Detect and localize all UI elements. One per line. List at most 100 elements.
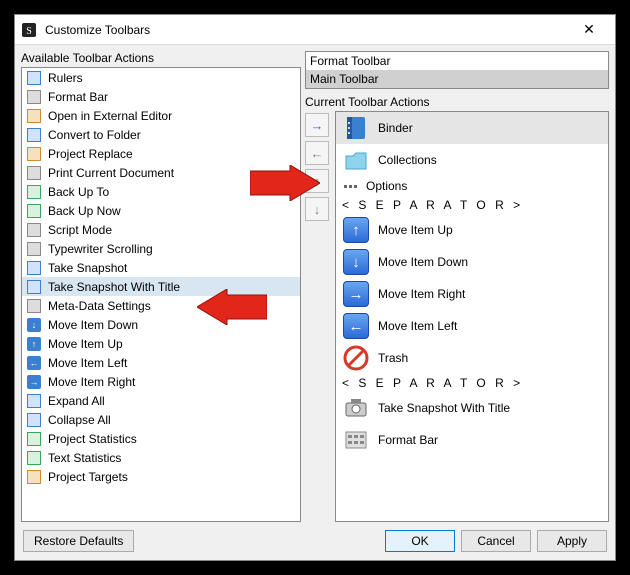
move-down-button[interactable]: ↓ <box>305 197 329 221</box>
dialog-window: S Customize Toolbars ✕ Available Toolbar… <box>14 14 616 561</box>
add-button[interactable]: → <box>305 113 329 137</box>
available-item-label: Project Targets <box>48 470 128 484</box>
available-item[interactable]: Project Statistics <box>22 429 300 448</box>
metadata-icon <box>26 298 42 314</box>
separator-item[interactable]: < S E P A R A T O R > <box>336 374 608 392</box>
available-item[interactable]: Back Up To <box>22 182 300 201</box>
available-item-label: Move Item Right <box>48 375 135 389</box>
convert-folder-icon <box>26 127 42 143</box>
current-item-label: Trash <box>378 351 408 365</box>
current-item[interactable]: ↑Move Item Up <box>336 214 608 246</box>
text-stats-icon <box>26 450 42 466</box>
available-item-label: Project Statistics <box>48 432 137 446</box>
current-item[interactable]: Binder <box>336 112 608 144</box>
snapshot-title-icon <box>26 279 42 295</box>
available-item[interactable]: Script Mode <box>22 220 300 239</box>
toolbar-select[interactable]: Format ToolbarMain Toolbar <box>305 51 609 89</box>
current-item-label: Options <box>366 179 407 193</box>
arrow-left-icon: ← <box>342 312 370 340</box>
svg-text:S: S <box>26 26 32 37</box>
available-item[interactable]: Format Bar <box>22 87 300 106</box>
available-item-label: Rulers <box>48 71 83 85</box>
available-item[interactable]: Collapse All <box>22 410 300 429</box>
available-item[interactable]: ←Move Item Left <box>22 353 300 372</box>
current-item-label: Move Item Right <box>378 287 465 301</box>
available-item-label: Convert to Folder <box>48 128 141 142</box>
available-item-label: Back Up Now <box>48 204 121 218</box>
snapshot-icon <box>26 260 42 276</box>
current-item[interactable]: Collections <box>336 144 608 176</box>
available-list[interactable]: Rulers Format Bar Open in External Editor C… <box>21 67 301 522</box>
ok-button[interactable]: OK <box>385 530 455 552</box>
arrow-right-icon: → <box>342 280 370 308</box>
toolbar-option[interactable]: Main Toolbar <box>306 70 608 88</box>
available-item[interactable]: Meta-Data Settings <box>22 296 300 315</box>
toolbar-option[interactable]: Format Toolbar <box>306 52 608 70</box>
project-replace-icon <box>26 146 42 162</box>
right-panel: Format ToolbarMain Toolbar Current Toolb… <box>305 51 609 522</box>
apply-button[interactable]: Apply <box>537 530 607 552</box>
binder-icon <box>342 114 370 142</box>
close-button[interactable]: ✕ <box>569 16 609 44</box>
available-item[interactable]: Convert to Folder <box>22 125 300 144</box>
rulers-icon <box>26 70 42 86</box>
script-mode-icon <box>26 222 42 238</box>
available-item-label: Open in External Editor <box>48 109 172 123</box>
dialog-footer: Restore Defaults OK Cancel Apply <box>15 522 615 560</box>
current-item[interactable]: ←Move Item Left <box>336 310 608 342</box>
title-bar: S Customize Toolbars ✕ <box>15 15 615 45</box>
move-left-icon: ← <box>26 355 42 371</box>
available-item[interactable]: Typewriter Scrolling <box>22 239 300 258</box>
separator-item[interactable]: < S E P A R A T O R > <box>336 196 608 214</box>
current-item[interactable]: Format Bar <box>336 424 608 456</box>
available-item-label: Script Mode <box>48 223 112 237</box>
available-item-label: Typewriter Scrolling <box>48 242 153 256</box>
proj-targets-icon <box>26 469 42 485</box>
available-item[interactable]: Project Targets <box>22 467 300 486</box>
available-item[interactable]: Rulers <box>22 68 300 87</box>
move-up-icon: ↑ <box>26 336 42 352</box>
available-item[interactable]: ↓Move Item Down <box>22 315 300 334</box>
right-main: → ← ↑ ↓ Binder Collections Options < S E P … <box>305 111 609 522</box>
available-label: Available Toolbar Actions <box>21 51 301 65</box>
current-item[interactable]: Trash <box>336 342 608 374</box>
move-down-icon: ↓ <box>26 317 42 333</box>
current-item-label: Move Item Up <box>378 223 453 237</box>
available-item[interactable]: ↑Move Item Up <box>22 334 300 353</box>
move-up-button[interactable]: ↑ <box>305 169 329 193</box>
current-label: Current Toolbar Actions <box>305 95 609 109</box>
available-item[interactable]: Project Replace <box>22 144 300 163</box>
available-item[interactable]: Open in External Editor <box>22 106 300 125</box>
available-item-label: Text Statistics <box>48 451 121 465</box>
available-panel: Available Toolbar Actions Rulers Format B… <box>21 51 301 522</box>
available-item[interactable]: Text Statistics <box>22 448 300 467</box>
available-item[interactable]: Take Snapshot With Title <box>22 277 300 296</box>
restore-defaults-button[interactable]: Restore Defaults <box>23 530 134 552</box>
remove-button[interactable]: ← <box>305 141 329 165</box>
available-item-label: Print Current Document <box>48 166 174 180</box>
current-item[interactable]: → Move Item Right <box>336 278 608 310</box>
backup-now-icon <box>26 203 42 219</box>
current-item[interactable]: ↓Move Item Down <box>336 246 608 278</box>
current-list[interactable]: Binder Collections Options < S E P A R A T … <box>335 111 609 522</box>
snapshot-title-icon <box>342 394 370 422</box>
current-item-label: Collections <box>378 153 437 167</box>
arrow-down-icon: ↓ <box>342 248 370 276</box>
available-item[interactable]: Expand All <box>22 391 300 410</box>
expand-all-icon <box>26 393 42 409</box>
current-item[interactable]: Options <box>336 176 608 196</box>
available-item[interactable]: Print Current Document <box>22 163 300 182</box>
print-icon <box>26 165 42 181</box>
cancel-button[interactable]: Cancel <box>461 530 531 552</box>
move-right-icon: → <box>26 374 42 390</box>
backup-to-icon <box>26 184 42 200</box>
current-item-label: Take Snapshot With Title <box>378 401 510 415</box>
collapse-all-icon <box>26 412 42 428</box>
available-item[interactable]: Take Snapshot <box>22 258 300 277</box>
available-item[interactable]: → Move Item Right <box>22 372 300 391</box>
available-item[interactable]: Back Up Now <box>22 201 300 220</box>
available-item-label: Back Up To <box>48 185 109 199</box>
current-item[interactable]: Take Snapshot With Title <box>336 392 608 424</box>
current-item-label: Binder <box>378 121 413 135</box>
window-title: Customize Toolbars <box>45 23 569 37</box>
